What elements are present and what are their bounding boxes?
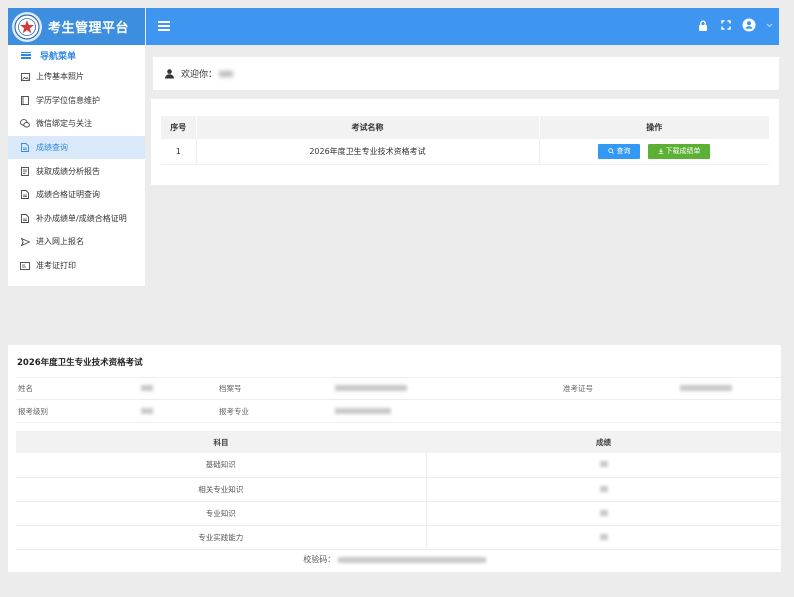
exam-actions: 查询 下载成绩单 [538,139,769,165]
subject-score [425,477,781,502]
col-header-actions: 操作 [538,116,769,139]
sidebar-item-label: 成绩查询 [36,143,68,153]
certificate-icon [20,190,30,200]
query-button-label: 查询 [616,147,631,156]
exam-name: 2026年度卫生专业技术资格考试 [195,139,539,165]
welcome-text: 欢迎你： [181,70,218,80]
sidebar-item-reissue[interactable]: 补办成绩单/成绩合格证明 [8,207,145,231]
category-value [141,407,219,416]
report-icon [20,166,30,176]
wechat-icon [20,119,30,129]
chevron-down-icon[interactable] [765,18,773,32]
admission-no-value [680,384,732,393]
subject-score [425,453,781,478]
nav-menu-title: 导航菜单 [40,51,77,62]
subject-name: 专业实践能力 [16,525,426,550]
sidebar: 导航菜单 上传基本照片 学历学位信息维护 微信绑定与关注 成绩查询 获取成绩分析… [8,45,145,286]
admission-no-label: 准考证号 [563,384,593,393]
subject-name: 基础知识 [16,453,426,478]
nav-menu-header[interactable]: 导航菜单 [8,45,145,65]
query-button[interactable]: 查询 [598,143,641,159]
file-icon [20,213,30,223]
subject-score [425,525,781,550]
sidebar-item-label: 成绩合格证明查询 [36,190,100,200]
download-button-label: 下载成绩单 [665,147,701,156]
archive-no-label: 档案号 [219,384,242,393]
book-icon [20,95,30,105]
redacted-username [219,70,234,77]
user-icon [165,68,174,79]
table-row: 相关专业知识 [16,477,781,502]
sidebar-item-label: 上传基本照片 [36,72,84,82]
archive-no-value [335,384,563,393]
score-panel-title: 2026年度卫生专业技术资格考试 [17,358,143,368]
exam-table: 序号 考试名称 操作 1 2026年度卫生专业技术资格考试 查询 下载成绩单 [161,116,769,165]
app-title: 考生管理平台 [48,21,130,36]
score-table: 科目 成绩 基础知识 相关专业知识 专业知识 专业实践能力 [16,431,781,550]
download-icon [658,148,663,155]
logo-emblem-icon [12,11,42,42]
card-icon [20,261,30,271]
sidebar-item-label: 获取成绩分析报告 [36,166,100,176]
sidebar-item-online-registration[interactable]: 进入网上报名 [8,230,145,254]
sidebar-item-label: 补办成绩单/成绩合格证明 [36,213,127,223]
welcome-bar: 欢迎你： [153,57,779,90]
exam-index: 1 [161,139,196,165]
menu-bars-icon [21,51,31,59]
verification-code: 校验码： [8,554,781,565]
name-label: 姓名 [18,384,33,393]
exam-list-panel: 序号 考试名称 操作 1 2026年度卫生专业技术资格考试 查询 下载成绩单 [151,99,779,185]
menu-toggle-icon[interactable] [158,21,170,31]
sidebar-item-wechat-bind[interactable]: 微信绑定与关注 [8,112,145,136]
verify-value [337,556,486,563]
table-row: 专业实践能力 [16,525,781,550]
table-row: 基础知识 [16,453,781,478]
verify-label: 校验码： [303,555,336,564]
logo-area: 考生管理平台 [8,8,145,45]
user-avatar-icon[interactable] [742,18,756,32]
sidebar-item-label: 学历学位信息维护 [36,95,100,105]
sidebar-item-analysis-report[interactable]: 获取成绩分析报告 [8,159,145,183]
search-icon [608,148,615,155]
sidebar-item-label: 准考证打印 [36,261,76,271]
image-icon [20,72,30,82]
document-icon [20,143,30,153]
lock-icon[interactable] [696,18,710,32]
sidebar-item-upload-photo[interactable]: 上传基本照片 [8,65,145,89]
download-report-button[interactable]: 下载成绩单 [648,143,711,159]
score-detail-panel: 2026年度卫生专业技术资格考试 姓名 档案号 准考证号 报考级别 报考专业 科… [8,345,781,572]
col-header-score: 成绩 [426,431,781,453]
sidebar-item-score-query[interactable]: 成绩查询 [8,135,145,160]
category-label: 报考级别 [18,406,48,416]
subject-name: 专业知识 [16,501,426,526]
table-row: 专业知识 [16,501,781,526]
name-value [141,384,219,393]
sidebar-item-label: 进入网上报名 [36,237,84,247]
send-icon [20,237,30,247]
sidebar-item-label: 微信绑定与关注 [36,119,92,129]
table-row: 1 2026年度卫生专业技术资格考试 查询 下载成绩单 [161,139,769,165]
sidebar-item-certificate-query[interactable]: 成绩合格证明查询 [8,183,145,207]
subject-score [425,501,781,526]
sidebar-item-education-info[interactable]: 学历学位信息维护 [8,89,145,113]
subject-name: 相关专业知识 [16,477,426,502]
fullscreen-icon[interactable] [719,18,733,32]
col-header-index: 序号 [161,116,196,139]
top-bar [146,8,779,45]
candidate-info: 姓名 档案号 准考证号 报考级别 报考专业 [16,377,781,423]
col-header-subject: 科目 [16,431,426,453]
major-value [335,407,391,416]
sidebar-item-admission-print[interactable]: 准考证打印 [8,254,145,278]
col-header-exam-name: 考试名称 [195,116,539,139]
major-label: 报考专业 [219,406,249,416]
